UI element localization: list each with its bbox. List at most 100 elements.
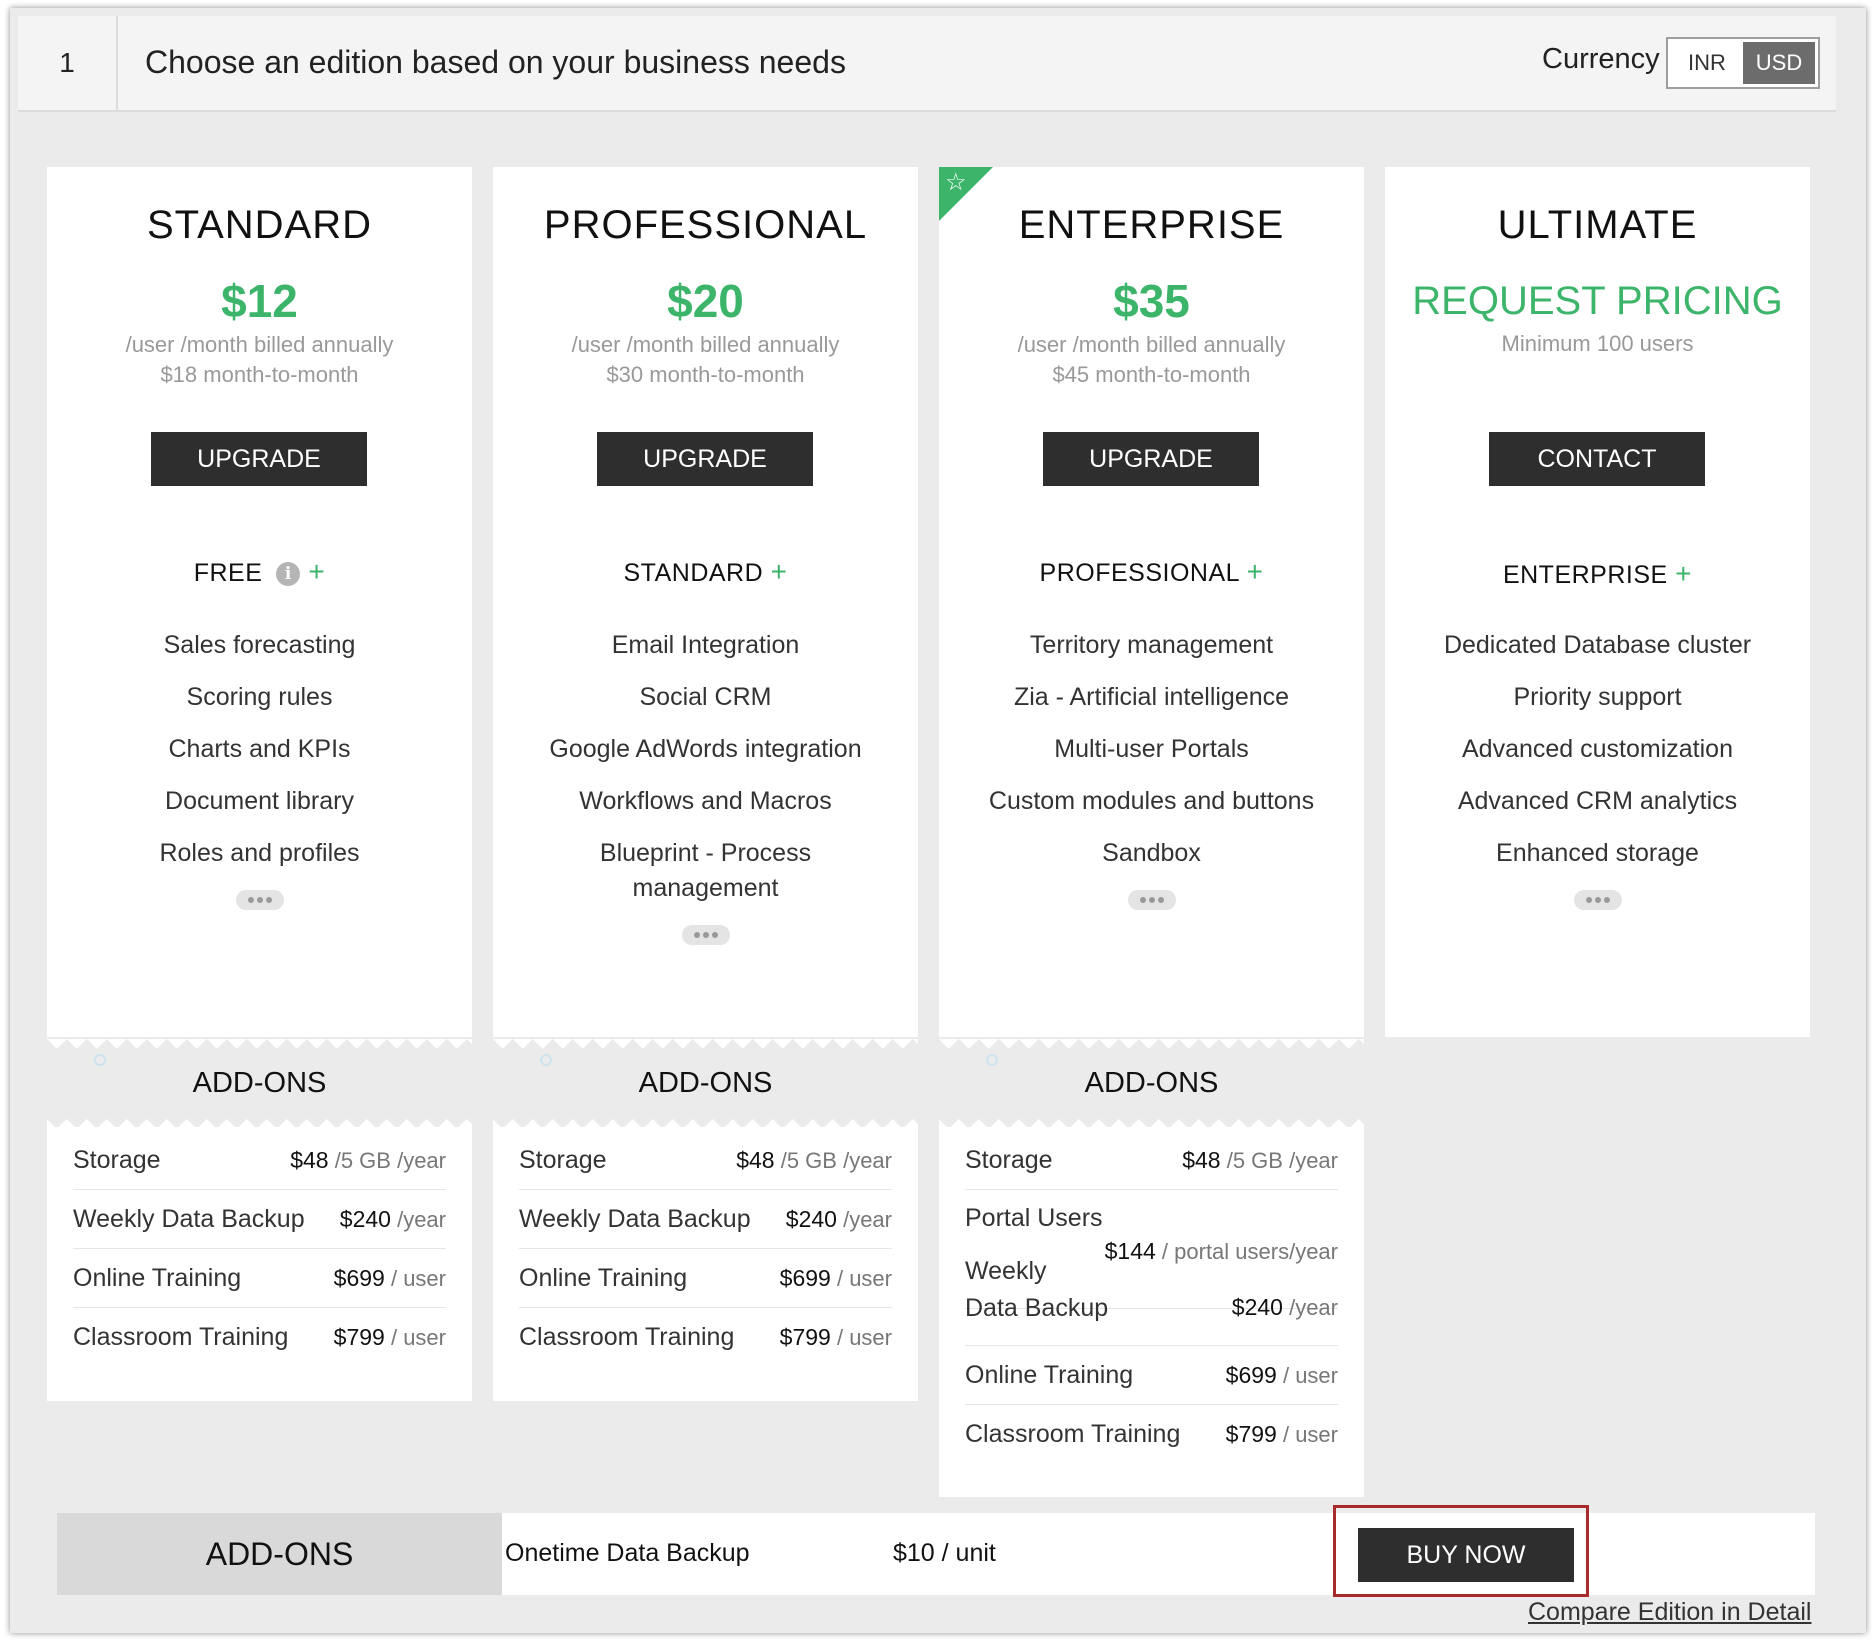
feature-item: Sandbox: [1102, 839, 1201, 867]
currency-inr-option[interactable]: INR: [1671, 42, 1743, 84]
price-note: /user /month billed annually $18 month-t…: [47, 330, 472, 390]
request-pricing-label: REQUEST PRICING: [1412, 279, 1783, 323]
plan-price: $35: [1113, 275, 1190, 327]
plan-price: $12: [221, 275, 298, 327]
addon-row: Classroom Training $799 / user: [73, 1308, 446, 1366]
addons-list-enterprise: Storage $48 /5 GB /year Portal Users $14…: [939, 1127, 1364, 1497]
ticket-hole: [986, 1054, 998, 1066]
billing-annual-note: /user /month billed annually: [571, 332, 840, 357]
step-header: 1 Choose an edition based on your busine…: [18, 16, 1836, 112]
feature-item: Multi-user Portals: [1054, 735, 1249, 763]
addon-row: Storage $48 /5 GB /year: [965, 1131, 1338, 1190]
feature-item: Sales forecasting: [163, 631, 356, 659]
addon-price: $48 /5 GB /year: [290, 1147, 446, 1174]
addon-unit: / user: [390, 1265, 446, 1291]
addons-title: ADD-ONS: [192, 1067, 327, 1099]
addons-header-standard: ADD-ONS: [47, 1039, 472, 1129]
feature-item: Email Integration: [611, 631, 800, 659]
addon-unit: /5 GB /year: [780, 1147, 892, 1173]
step-number: 1: [18, 16, 118, 110]
ticket-hole: [540, 1054, 552, 1066]
feature-item: Google AdWords integration: [549, 735, 862, 763]
price-note: /user /month billed annually $30 month-t…: [493, 330, 918, 390]
addons-list-professional: Storage $48 /5 GB /year Weekly Data Back…: [493, 1127, 918, 1401]
addon-unit: /year: [397, 1206, 446, 1232]
addons-header-enterprise: ADD-ONS: [939, 1039, 1364, 1129]
addon-name: Classroom Training: [965, 1419, 1181, 1448]
info-icon[interactable]: i: [276, 562, 301, 587]
addon-amount: $144: [1104, 1238, 1156, 1264]
compare-editions-link[interactable]: Compare Edition in Detail: [1528, 1598, 1811, 1627]
page-title: Choose an edition based on your business…: [145, 44, 846, 80]
plan-name: ENTERPRISE: [1018, 203, 1285, 247]
addon-row-portal-backup: Portal Users $144 / portal users/year We…: [965, 1190, 1338, 1322]
billing-monthly-note: $45 month-to-month: [1052, 362, 1251, 387]
billing-monthly-note: $30 month-to-month: [606, 362, 805, 387]
addon-price: $699 / user: [1226, 1362, 1338, 1389]
plus-icon: +: [1246, 556, 1264, 587]
billing-annual-note: /user /month billed annually: [125, 332, 394, 357]
feature-item: Enhanced storage: [1496, 839, 1699, 867]
addon-row: Weekly Data Backup $240 /year: [519, 1190, 892, 1249]
addon-price: $240 /year: [786, 1206, 892, 1233]
addon-unit: / portal users/year: [1161, 1239, 1338, 1264]
plan-name: ULTIMATE: [1497, 203, 1698, 247]
addon-unit: / user: [836, 1324, 892, 1350]
more-features-button[interactable]: [235, 890, 284, 910]
buy-now-button[interactable]: BUY NOW: [1358, 1528, 1574, 1582]
addon-name: Online Training: [73, 1263, 242, 1292]
addon-price: $699 / user: [780, 1265, 892, 1292]
addon-unit: / user: [836, 1265, 892, 1291]
feature-item: Advanced customization: [1462, 735, 1733, 763]
includes-label: STANDARD +: [493, 556, 918, 588]
more-features-button[interactable]: [1573, 890, 1622, 910]
addon-row: Storage $48 /5 GB /year: [519, 1131, 892, 1190]
currency-toggle[interactable]: INR USD: [1666, 37, 1820, 89]
star-icon: ☆: [945, 169, 967, 196]
feature-item: Territory management: [1029, 631, 1274, 659]
feature-item: Zia - Artificial intelligence: [1013, 683, 1290, 711]
min-users-note: Minimum 100 users: [1501, 331, 1694, 356]
zigzag-edge: [493, 1039, 918, 1049]
onetime-item-name: Onetime Data Backup: [505, 1539, 750, 1567]
zigzag-edge: [939, 1039, 1364, 1049]
plan-name: STANDARD: [146, 203, 373, 247]
addons-header-professional: ADD-ONS: [493, 1039, 918, 1129]
addon-unit: /year: [1289, 1295, 1338, 1320]
billing-annual-note: /user /month billed annually: [1017, 332, 1286, 357]
upgrade-button[interactable]: UPGRADE: [151, 432, 367, 486]
currency-label: Currency: [1542, 43, 1660, 75]
currency-usd-option[interactable]: USD: [1743, 42, 1815, 84]
addon-amount: $48: [290, 1146, 329, 1173]
pricing-panel: 1 Choose an edition based on your busine…: [10, 8, 1866, 1633]
addon-row: Online Training $699 / user: [519, 1249, 892, 1308]
upgrade-button[interactable]: UPGRADE: [597, 432, 813, 486]
billing-monthly-note: $18 month-to-month: [160, 362, 359, 387]
contact-button[interactable]: CONTACT: [1489, 432, 1705, 486]
onetime-item-price: $10 / unit: [893, 1539, 996, 1567]
feature-item: Roles and profiles: [159, 839, 360, 867]
addons-title: ADD-ONS: [1084, 1067, 1219, 1099]
addon-price: $240 /year: [1232, 1294, 1338, 1321]
feature-item: Scoring rules: [186, 683, 333, 711]
addon-row: Online Training $699 / user: [73, 1249, 446, 1308]
addon-unit: / user: [390, 1324, 446, 1350]
addon-name: Portal Users: [965, 1204, 1103, 1232]
feature-list: Territory management Zia - Artificial in…: [939, 628, 1364, 917]
addon-name: Storage: [519, 1145, 607, 1174]
addon-price: $144 / portal users/year: [1105, 1238, 1338, 1265]
more-features-button[interactable]: [1127, 890, 1176, 910]
addon-unit: / user: [1282, 1362, 1338, 1388]
addon-amount: $48: [1182, 1146, 1221, 1173]
addon-name: Online Training: [519, 1263, 688, 1292]
feature-item: Social CRM: [639, 683, 772, 711]
more-features-button[interactable]: [681, 925, 730, 945]
addon-price: $48 /5 GB /year: [736, 1147, 892, 1174]
addon-amount: $799: [1225, 1420, 1277, 1447]
addon-amount: $699: [333, 1264, 385, 1291]
addon-row: Classroom Training $799 / user: [965, 1405, 1338, 1463]
addon-amount: $799: [333, 1323, 385, 1350]
addon-name: Classroom Training: [519, 1322, 735, 1351]
upgrade-button[interactable]: UPGRADE: [1043, 432, 1259, 486]
ticket-hole: [94, 1054, 106, 1066]
